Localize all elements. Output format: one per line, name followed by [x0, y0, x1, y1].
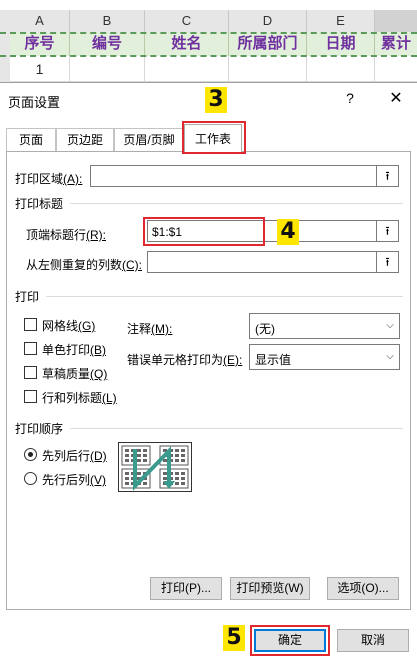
- comments-select[interactable]: (无) ⌵: [249, 313, 400, 339]
- highlight-ok-button: [250, 625, 330, 656]
- mono-label[interactable]: 单色打印(B): [42, 341, 106, 358]
- draft-label[interactable]: 草稿质量(Q): [42, 365, 107, 382]
- cancel-button[interactable]: 取消: [337, 629, 409, 652]
- print-button[interactable]: 打印(P)...: [150, 577, 222, 600]
- mono-checkbox[interactable]: [24, 342, 37, 355]
- print-area-label: 打印区域(A):: [15, 172, 83, 186]
- headings-checkbox[interactable]: [24, 390, 37, 403]
- gridlines-checkbox[interactable]: [24, 318, 37, 331]
- header-cell[interactable]: 编号: [70, 32, 145, 56]
- data-cell[interactable]: [145, 56, 229, 82]
- select-all-corner[interactable]: [0, 10, 10, 32]
- columns-to-repeat-input[interactable]: [147, 251, 377, 273]
- cell-errors-label: 错误单元格打印为(E):: [127, 353, 243, 367]
- page-setup-dialog: 页面设置 ? ✕ 3 页面 页边距 页眉/页脚 工作表 打印区域(A): ⭱ 打…: [0, 82, 417, 665]
- collapse-dialog-icon[interactable]: ⭱: [377, 165, 399, 187]
- header-cell[interactable]: 日期: [307, 32, 375, 56]
- help-button[interactable]: ?: [343, 90, 357, 106]
- column-header-a[interactable]: A: [10, 10, 70, 32]
- collapse-dialog-icon[interactable]: ⭱: [377, 251, 399, 273]
- columns-to-repeat-label: 从左侧重复的列数(C):: [26, 258, 143, 272]
- chevron-down-icon[interactable]: ⌵: [381, 345, 399, 369]
- print-title-marquee-top: [0, 32, 417, 34]
- tab-header-footer[interactable]: 页眉/页脚: [114, 128, 184, 151]
- header-cell[interactable]: 累计: [375, 32, 417, 56]
- down-then-over-label[interactable]: 先列后行(D): [42, 447, 107, 464]
- data-cell[interactable]: [375, 56, 417, 82]
- header-cell[interactable]: 序号: [10, 32, 70, 56]
- dialog-title: 页面设置: [8, 95, 61, 110]
- over-then-down-radio[interactable]: [24, 472, 37, 485]
- section-divider: [46, 296, 403, 297]
- column-header-c[interactable]: C: [145, 10, 229, 32]
- close-button[interactable]: ✕: [388, 88, 404, 108]
- over-then-down-label[interactable]: 先行后列(V): [42, 471, 106, 488]
- comments-label: 注释(M):: [127, 322, 173, 336]
- page-order-section: 打印顺序: [15, 422, 64, 436]
- print-area-input[interactable]: [90, 165, 377, 187]
- highlight-rows-input: [143, 217, 265, 246]
- data-cell[interactable]: [307, 56, 375, 82]
- row-header-2[interactable]: [0, 56, 10, 82]
- data-cell[interactable]: [70, 56, 145, 82]
- headings-label[interactable]: 行和列标题(L): [42, 389, 117, 406]
- rows-to-repeat-label: 顶端标题行(R):: [26, 228, 107, 242]
- gridlines-label[interactable]: 网格线(G): [42, 317, 95, 334]
- step-badge-4: 4: [277, 219, 299, 245]
- spreadsheet-background: A B C D E 序号 编号 姓名 所属部门 日期 累计 1: [0, 0, 417, 82]
- data-cell[interactable]: [229, 56, 307, 82]
- row-header-1[interactable]: [0, 32, 10, 56]
- column-header-f[interactable]: [375, 10, 417, 32]
- options-button[interactable]: 选项(O)...: [327, 577, 399, 600]
- draft-checkbox[interactable]: [24, 366, 37, 379]
- chevron-down-icon[interactable]: ⌵: [381, 314, 399, 338]
- cell-errors-select[interactable]: 显示值 ⌵: [249, 344, 400, 370]
- column-header-b[interactable]: B: [70, 10, 145, 32]
- print-title-marquee-bottom: [0, 55, 417, 57]
- step-badge-3: 3: [205, 87, 227, 113]
- section-divider: [70, 203, 403, 204]
- page-order-preview-icon: [118, 442, 192, 492]
- tab-margins[interactable]: 页边距: [56, 128, 114, 151]
- column-header-d[interactable]: D: [229, 10, 307, 32]
- print-section: 打印: [15, 290, 40, 304]
- header-cell[interactable]: 所属部门: [229, 32, 307, 56]
- print-titles-section: 打印标题: [15, 197, 64, 211]
- column-header-e[interactable]: E: [307, 10, 375, 32]
- header-cell[interactable]: 姓名: [145, 32, 229, 56]
- highlight-sheet-tab: [182, 121, 246, 154]
- section-divider: [70, 428, 403, 429]
- step-badge-5: 5: [223, 625, 245, 651]
- tab-page[interactable]: 页面: [6, 128, 56, 151]
- collapse-dialog-icon[interactable]: ⭱: [377, 220, 399, 242]
- down-then-over-radio[interactable]: [24, 448, 37, 461]
- print-preview-button[interactable]: 打印预览(W): [230, 577, 310, 600]
- data-cell[interactable]: 1: [10, 56, 70, 82]
